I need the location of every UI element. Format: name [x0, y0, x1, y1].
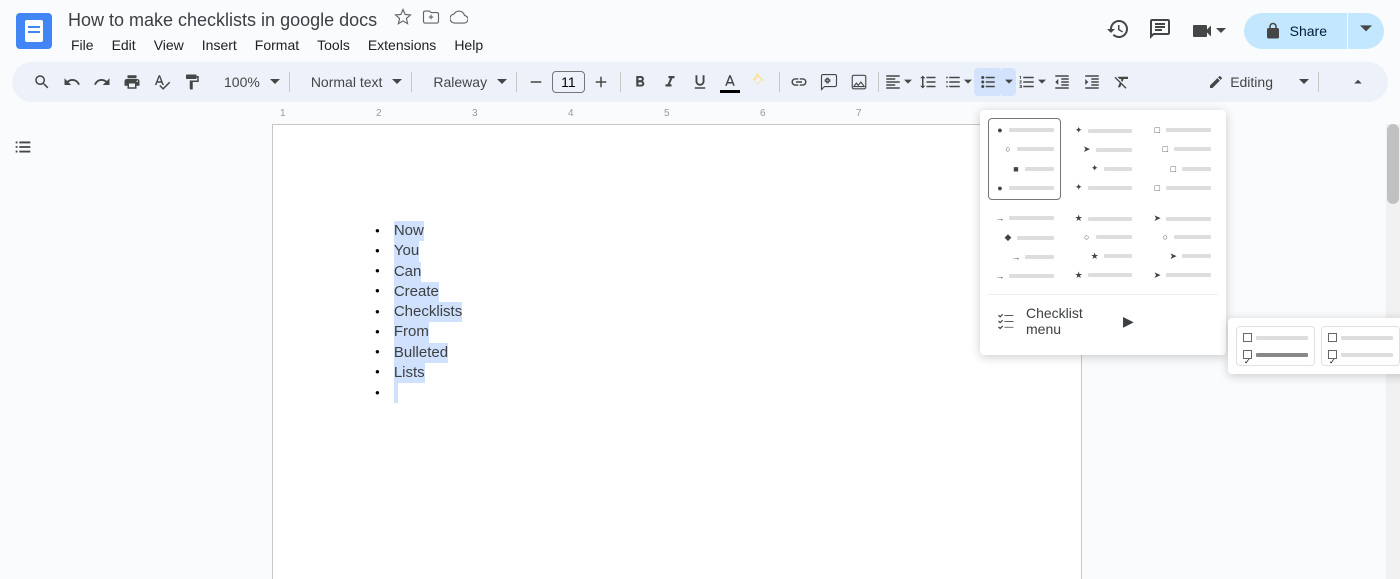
cloud-icon[interactable] [450, 8, 468, 31]
bullet-preset[interactable]: ➤○➤➤ [1145, 206, 1218, 288]
checklist-menu-item[interactable]: Checklist menu ▶ [988, 294, 1218, 347]
decrease-font-icon[interactable] [522, 68, 550, 96]
link-icon[interactable] [785, 68, 813, 96]
list-item[interactable] [369, 383, 985, 403]
list-item[interactable]: Now [369, 221, 985, 241]
checklist-icon[interactable] [944, 68, 972, 96]
undo-icon[interactable] [58, 68, 86, 96]
decrease-indent-icon[interactable] [1048, 68, 1076, 96]
document-page[interactable]: NowYouCanCreateChecklistsFromBulletedLis… [272, 124, 1082, 579]
menu-bar: File Edit View Insert Format Tools Exten… [64, 35, 1106, 55]
clear-format-icon[interactable] [1108, 68, 1136, 96]
app-header: How to make checklists in google docs Fi… [0, 0, 1400, 62]
collapse-icon[interactable] [1344, 68, 1372, 96]
bulleted-list-icon[interactable] [974, 68, 1002, 96]
bullet-style-menu: ●○■●✦➤✦✦□□□□ →◆→→★○★★➤○➤➤ Checklist menu … [980, 110, 1226, 355]
underline-icon[interactable] [686, 68, 714, 96]
italic-icon[interactable] [656, 68, 684, 96]
list-item[interactable]: Can [369, 262, 985, 282]
print-icon[interactable] [118, 68, 146, 96]
list-item[interactable]: Lists [369, 363, 985, 383]
toolbar: 100% Normal text Raleway 11 Editing [12, 62, 1388, 102]
add-comment-icon[interactable] [815, 68, 843, 96]
zoom-selector[interactable]: 100% [208, 74, 284, 90]
bulleted-list-button[interactable] [974, 68, 1016, 96]
style-selector[interactable]: Normal text [295, 74, 407, 90]
menu-help[interactable]: Help [447, 35, 490, 55]
menu-edit[interactable]: Edit [105, 35, 143, 55]
outline-toggle[interactable] [0, 124, 60, 579]
image-icon[interactable] [845, 68, 873, 96]
text-color-icon[interactable] [716, 68, 744, 96]
list-item[interactable]: From [369, 322, 985, 342]
menu-extensions[interactable]: Extensions [361, 35, 443, 55]
checklist-menu-label: Checklist menu [1026, 305, 1113, 337]
bulleted-list[interactable]: NowYouCanCreateChecklistsFromBulletedLis… [369, 221, 985, 403]
share-dropdown[interactable] [1348, 13, 1384, 49]
redo-icon[interactable] [88, 68, 116, 96]
menu-format[interactable]: Format [248, 35, 306, 55]
font-selector[interactable]: Raleway [417, 74, 511, 90]
list-item[interactable]: Create [369, 282, 985, 302]
checklist-submenu [1228, 318, 1400, 374]
move-icon[interactable] [422, 8, 440, 31]
share-label: Share [1290, 23, 1327, 39]
paint-format-icon[interactable] [178, 68, 206, 96]
docs-icon[interactable] [16, 13, 52, 49]
star-icon[interactable] [394, 8, 412, 31]
bullet-preset[interactable]: →◆→→ [988, 206, 1061, 288]
numbered-list-icon[interactable] [1018, 68, 1046, 96]
bulleted-list-dropdown-icon[interactable] [1002, 68, 1016, 96]
align-icon[interactable] [884, 68, 912, 96]
highlight-icon[interactable] [746, 68, 774, 96]
increase-indent-icon[interactable] [1078, 68, 1106, 96]
bullet-preset[interactable]: ★○★★ [1067, 206, 1140, 288]
menu-insert[interactable]: Insert [195, 35, 244, 55]
increase-font-icon[interactable] [587, 68, 615, 96]
checklist-option-2[interactable] [1321, 326, 1400, 366]
line-spacing-icon[interactable] [914, 68, 942, 96]
bullet-preset[interactable]: ✦➤✦✦ [1067, 118, 1140, 200]
document-title[interactable]: How to make checklists in google docs [64, 8, 381, 33]
history-icon[interactable] [1106, 17, 1130, 46]
video-meet-icon[interactable] [1190, 19, 1226, 43]
list-item[interactable]: You [369, 241, 985, 261]
scrollbar-thumb[interactable] [1387, 124, 1399, 204]
editing-mode[interactable]: Editing [1198, 74, 1313, 90]
comment-icon[interactable] [1148, 17, 1172, 46]
menu-file[interactable]: File [64, 35, 101, 55]
search-icon[interactable] [28, 68, 56, 96]
checklist-option-1[interactable] [1236, 326, 1315, 366]
font-size-input[interactable]: 11 [552, 71, 585, 93]
menu-view[interactable]: View [147, 35, 191, 55]
spellcheck-icon[interactable] [148, 68, 176, 96]
share-button[interactable]: Share [1244, 13, 1347, 49]
list-item[interactable]: Checklists [369, 302, 985, 322]
menu-tools[interactable]: Tools [310, 35, 357, 55]
bold-icon[interactable] [626, 68, 654, 96]
list-item[interactable]: Bulleted [369, 343, 985, 363]
submenu-arrow-icon: ▶ [1123, 313, 1210, 330]
bullet-preset[interactable]: □□□□ [1145, 118, 1218, 200]
bullet-preset[interactable]: ●○■● [988, 118, 1061, 200]
